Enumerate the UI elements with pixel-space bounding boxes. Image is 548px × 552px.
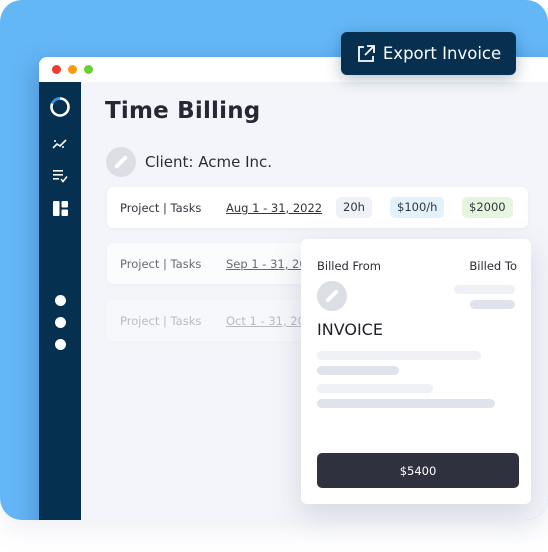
close-window-button[interactable] xyxy=(52,65,61,74)
rate-badge: $100/h xyxy=(390,197,445,218)
sidebar-dot[interactable] xyxy=(55,317,66,328)
loading-circle-icon[interactable] xyxy=(39,96,81,118)
billed-to-label: Billed To xyxy=(469,259,517,273)
sidebar-dot[interactable] xyxy=(55,339,66,350)
invoice-total-button[interactable]: $5400 xyxy=(317,453,519,488)
total-badge: $2000 xyxy=(462,197,513,218)
client-label: Client: Acme Inc. xyxy=(145,153,273,171)
billing-row[interactable]: Project | Tasks Aug 1 - 31, 2022 20h $10… xyxy=(107,187,528,228)
placeholder-line xyxy=(317,384,433,393)
project-label: Project | Tasks xyxy=(120,200,202,215)
placeholder-line xyxy=(317,351,481,360)
export-invoice-label: Export Invoice xyxy=(382,44,502,63)
client-header: Client: Acme Inc. xyxy=(106,147,272,177)
placeholder-line xyxy=(470,300,515,309)
sidebar xyxy=(39,82,81,520)
placeholder-line xyxy=(454,285,515,294)
minimize-window-button[interactable] xyxy=(68,65,77,74)
trend-chart-icon[interactable] xyxy=(39,138,81,150)
export-invoice-button[interactable]: Export Invoice xyxy=(341,32,516,75)
invoice-title: INVOICE xyxy=(317,320,383,339)
billed-from-label: Billed From xyxy=(317,259,381,273)
project-label: Project | Tasks xyxy=(120,256,202,271)
hours-badge: 20h xyxy=(336,197,372,218)
sender-avatar-icon xyxy=(317,281,347,311)
invoice-card: Billed From Billed To INVOICE $5400 xyxy=(301,239,531,504)
placeholder-line xyxy=(317,366,399,375)
page-title: Time Billing xyxy=(105,98,261,124)
task-list-icon[interactable] xyxy=(39,169,81,183)
client-avatar-icon xyxy=(106,147,136,177)
maximize-window-button[interactable] xyxy=(84,65,93,74)
placeholder-line xyxy=(317,399,495,408)
dashboard-layout-icon[interactable] xyxy=(39,201,81,216)
external-link-icon xyxy=(357,44,375,62)
date-range-link[interactable]: Aug 1 - 31, 2022 xyxy=(226,201,322,215)
project-label: Project | Tasks xyxy=(120,313,202,328)
sidebar-dot[interactable] xyxy=(55,295,66,306)
